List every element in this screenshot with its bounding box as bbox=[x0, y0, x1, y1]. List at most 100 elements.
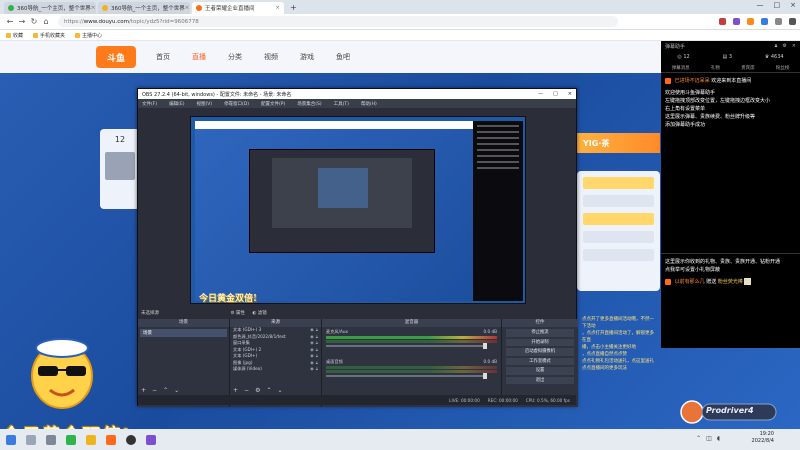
menu-edit[interactable]: 编辑(E) bbox=[169, 101, 184, 107]
down-icon[interactable]: ⌄ bbox=[277, 387, 282, 395]
reload-icon[interactable]: ↻ bbox=[28, 17, 40, 26]
fish-mascot-icon bbox=[31, 338, 93, 409]
folder-icon bbox=[33, 32, 39, 38]
close-icon[interactable]: × bbox=[792, 43, 796, 49]
bookmark-item[interactable]: 收藏 bbox=[6, 32, 23, 39]
obs-app-icon[interactable] bbox=[126, 434, 136, 445]
cpu-status: CPU: 0.5%, 60.00 fps bbox=[525, 397, 570, 403]
close-window-icon[interactable]: × bbox=[790, 1, 796, 9]
scene-item[interactable]: 场景 bbox=[140, 329, 227, 337]
properties-button[interactable]: ⚙ 属性 bbox=[230, 311, 244, 316]
home-icon[interactable]: ⌂ bbox=[40, 17, 52, 26]
folder-icon bbox=[75, 32, 81, 38]
settings-icon[interactable]: ⚙ bbox=[782, 43, 786, 49]
extension-icon[interactable] bbox=[775, 18, 782, 25]
menu-docks[interactable]: 停靠窗口(D) bbox=[224, 101, 249, 107]
menu-help[interactable]: 帮助(H) bbox=[361, 101, 377, 107]
tab-vip[interactable]: 贵宾席 bbox=[741, 65, 755, 71]
remove-icon[interactable]: − bbox=[244, 387, 249, 395]
lock-icon[interactable]: 🔒︎ bbox=[775, 43, 778, 49]
close-icon[interactable]: × bbox=[185, 5, 190, 11]
menu-view[interactable]: 视图(V) bbox=[196, 101, 212, 107]
virtual-camera-button[interactable]: 启动虚拟摄像机 bbox=[506, 348, 574, 356]
volume-meter bbox=[326, 340, 497, 343]
start-recording-button[interactable]: 开始录制 bbox=[506, 338, 574, 346]
back-icon[interactable]: ← bbox=[4, 17, 16, 26]
start-icon[interactable] bbox=[6, 434, 16, 445]
minimize-icon[interactable]: — bbox=[757, 1, 764, 9]
left-rank-card[interactable]: 12 bbox=[100, 129, 140, 209]
extension-icon[interactable] bbox=[747, 18, 754, 25]
chevron-up-icon[interactable]: ⌃ bbox=[696, 435, 701, 442]
remove-icon[interactable]: − bbox=[152, 387, 157, 395]
bookmark-item[interactable]: 主播中心 bbox=[75, 32, 102, 39]
forward-icon[interactable]: → bbox=[16, 17, 28, 26]
close-icon[interactable]: × bbox=[91, 5, 96, 11]
volume-slider[interactable] bbox=[326, 373, 487, 379]
close-icon[interactable]: × bbox=[275, 5, 280, 11]
nav-games[interactable]: 游戏 bbox=[300, 52, 314, 62]
browser-tab-1[interactable]: 360导航_一个主页，整个世界 × bbox=[4, 2, 96, 14]
volume-slider[interactable] bbox=[326, 343, 487, 349]
up-icon[interactable]: ⌃ bbox=[163, 387, 168, 395]
minimize-icon[interactable]: — bbox=[538, 91, 543, 97]
url-input[interactable]: https:// www.douyu.com /topic/ydz5?rid=9… bbox=[58, 16, 618, 27]
maximize-icon[interactable]: □ bbox=[774, 1, 781, 9]
volume-icon[interactable]: ◖ bbox=[717, 435, 720, 442]
taskview-icon[interactable] bbox=[46, 434, 56, 445]
maximize-icon[interactable]: □ bbox=[553, 91, 558, 97]
mixer-channel: 麦克风/Aux 0.0 dB bbox=[326, 329, 497, 334]
browser-tab-3[interactable]: 王者荣耀企业直播间 × bbox=[192, 2, 284, 14]
bookmark-item[interactable]: 手机收藏夹 bbox=[33, 32, 65, 39]
studio-mode-button[interactable]: 工作室模式 bbox=[506, 357, 574, 365]
menu-tools[interactable]: 工具(T) bbox=[334, 101, 349, 107]
extension-icon[interactable] bbox=[761, 18, 768, 25]
chat-header: 弹幕助手 🔒︎ ⚙ × bbox=[661, 41, 800, 51]
settings-button[interactable]: 设置 bbox=[506, 367, 574, 375]
filters-button[interactable]: ◐ 滤镜 bbox=[252, 311, 266, 316]
nav-yuba[interactable]: 鱼吧 bbox=[336, 52, 350, 62]
yig-banner[interactable]: YIG·茶 bbox=[577, 133, 660, 153]
extension-icon[interactable] bbox=[733, 18, 740, 25]
site-logo[interactable]: 斗鱼 bbox=[96, 46, 136, 68]
app-icon[interactable] bbox=[106, 434, 116, 445]
source-item[interactable]: 媒体源 (Video) ◉ 🔒︎ bbox=[230, 366, 321, 373]
new-tab-button[interactable]: + bbox=[286, 2, 301, 14]
exit-button[interactable]: 退出 bbox=[506, 376, 574, 384]
menu-file[interactable]: 文件(F) bbox=[142, 101, 157, 107]
tab-title: 360导航_一个主页，整个世界 bbox=[17, 6, 91, 12]
nav-live[interactable]: 直播 bbox=[192, 52, 206, 62]
tab-danmu[interactable]: 弹幕消息 bbox=[672, 65, 690, 71]
danmu-assistant-panel: 弹幕助手 🔒︎ ⚙ × ◎ 12 ▤ 3 ♛ 4634 弹幕消息 礼物 贵宾席 … bbox=[661, 41, 800, 348]
nav-category[interactable]: 分类 bbox=[228, 52, 242, 62]
menu-scene-collection[interactable]: 场景集合(S) bbox=[297, 101, 321, 107]
card-row bbox=[583, 213, 654, 225]
card-row bbox=[583, 177, 654, 189]
obs-title-bar: OBS 27.2.4 (64-bit, windows) - 配置文件: 未命名… bbox=[138, 89, 576, 99]
close-icon[interactable]: × bbox=[568, 91, 572, 97]
search-icon[interactable] bbox=[26, 434, 36, 445]
app-icon[interactable] bbox=[146, 434, 156, 445]
gift-icon bbox=[744, 278, 752, 285]
stop-streaming-button[interactable]: 停止推流 bbox=[506, 329, 574, 337]
tab-fans[interactable]: 粉丝榜 bbox=[776, 65, 790, 71]
gear-icon[interactable]: ⚙ bbox=[255, 387, 260, 395]
extension-icon[interactable] bbox=[719, 18, 726, 25]
app-icon[interactable] bbox=[86, 434, 96, 445]
obs-preview[interactable]: 今日黄金双倍! bbox=[190, 116, 526, 304]
up-icon[interactable]: ⌃ bbox=[266, 387, 271, 395]
add-icon[interactable]: + bbox=[141, 387, 146, 395]
nav-video[interactable]: 视频 bbox=[264, 52, 278, 62]
menu-profile[interactable]: 配置文件(P) bbox=[261, 101, 285, 107]
address-bar: ← → ↻ ⌂ https:// www.douyu.com /topic/yd… bbox=[0, 14, 800, 30]
stat-heat: ◎ 12 bbox=[677, 54, 690, 60]
browser-tab-2[interactable]: 360导航_一个主页，整个世界 × bbox=[98, 2, 190, 14]
add-icon[interactable]: + bbox=[233, 387, 238, 395]
clock[interactable]: 19:20 2022/8/4 bbox=[752, 431, 774, 445]
down-icon[interactable]: ⌄ bbox=[174, 387, 179, 395]
menu-icon[interactable] bbox=[789, 18, 796, 25]
app-icon[interactable] bbox=[66, 434, 76, 445]
network-icon[interactable]: ◫ bbox=[706, 435, 712, 442]
nav-home[interactable]: 首页 bbox=[156, 52, 170, 62]
tab-gifts[interactable]: 礼物 bbox=[711, 65, 720, 71]
